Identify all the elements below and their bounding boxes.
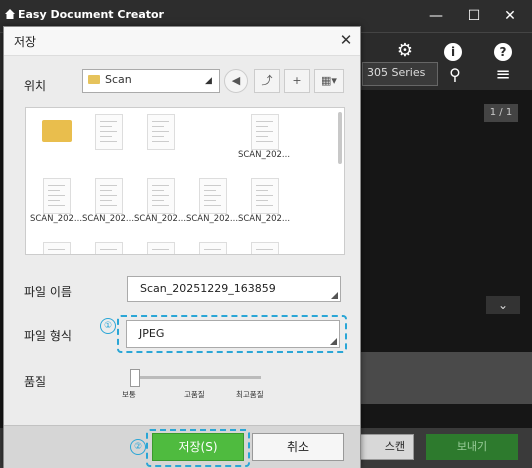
file-item[interactable]: SCAN_202... [30, 178, 82, 228]
location-value: Scan [105, 73, 132, 86]
document-thumbnail-icon [147, 178, 175, 214]
cancel-button[interactable]: 취소 [252, 433, 344, 461]
document-thumbnail-icon [95, 114, 123, 150]
document-thumbnail-icon [251, 242, 279, 254]
dropdown-grip-icon [330, 338, 337, 345]
dialog-title: 저장 [14, 35, 37, 49]
filename-label: 파일 이름 [24, 285, 72, 299]
thumbnail-strip [356, 352, 532, 404]
file-item[interactable] [82, 114, 134, 164]
file-name: SCAN_202... [237, 214, 291, 224]
quality-tick-high: 고품질 [184, 390, 205, 399]
back-icon[interactable]: ◀ [224, 69, 248, 93]
folder-icon [42, 120, 72, 142]
file-item[interactable] [186, 242, 238, 254]
file-item[interactable] [134, 242, 186, 254]
file-name: SCAN_202... [185, 214, 239, 224]
location-label: 위치 [24, 79, 47, 93]
annotation-marker-1: ① [100, 318, 116, 334]
view-menu-icon[interactable]: ▦▾ [314, 69, 344, 93]
document-thumbnail-icon [251, 114, 279, 150]
document-thumbnail-icon [147, 242, 175, 254]
file-name: SCAN_202... [29, 214, 83, 224]
file-name: SCAN_202... [133, 214, 187, 224]
minimize-button[interactable]: — [420, 4, 452, 28]
quality-label: 품질 [24, 375, 47, 389]
location-select[interactable]: Scan ◢ [82, 69, 220, 93]
document-thumbnail-icon [43, 178, 71, 214]
maximize-button[interactable]: ☐ [458, 4, 490, 28]
document-thumbnail-icon [251, 178, 279, 214]
file-item[interactable] [238, 242, 290, 254]
save-button[interactable]: 저장(S) [152, 433, 244, 461]
quality-tick-best: 최고품질 [236, 390, 264, 399]
document-thumbnail-icon [95, 178, 123, 214]
document-thumbnail-icon [147, 114, 175, 150]
file-item[interactable]: SCAN_202... [82, 178, 134, 228]
document-thumbnail-icon [43, 242, 71, 254]
file-item[interactable] [30, 242, 82, 254]
home-icon [5, 9, 15, 19]
file-item[interactable]: SCAN_202... [238, 178, 290, 228]
file-item[interactable] [134, 114, 186, 164]
menu-icon[interactable]: ≡ [488, 60, 518, 90]
file-item[interactable]: SCAN_202... [186, 178, 238, 228]
filename-value: Scan_20251229_163859 [140, 282, 276, 295]
quality-tick-normal: 보통 [122, 390, 136, 399]
chevron-down-icon: ◢ [205, 76, 212, 86]
page-counter: 1 / 1 [484, 104, 518, 122]
file-item[interactable] [30, 114, 82, 164]
file-item[interactable] [82, 242, 134, 254]
close-icon[interactable]: ✕ [336, 30, 356, 50]
file-name: SCAN_202... [237, 150, 291, 160]
file-item[interactable]: SCAN_202... [238, 114, 290, 164]
close-app-button[interactable]: ✕ [494, 4, 526, 28]
app-title: Easy Document Creator [18, 8, 164, 21]
file-name: SCAN_202... [81, 214, 135, 224]
search-icon[interactable]: ⚲ [440, 60, 470, 90]
send-button[interactable]: 보내기 [426, 434, 518, 460]
document-thumbnail-icon [199, 242, 227, 254]
file-item[interactable] [186, 114, 238, 164]
document-thumbnail-icon [199, 178, 227, 214]
filetype-select[interactable]: JPEG [126, 320, 340, 348]
document-thumbnail-icon [95, 242, 123, 254]
quality-slider-track[interactable] [135, 376, 261, 379]
annotation-marker-2: ② [130, 439, 146, 455]
scan-button[interactable]: 스캔 [352, 434, 414, 460]
filename-input[interactable]: Scan_20251229_163859 [127, 276, 341, 302]
folder-icon [88, 75, 100, 84]
dropdown-grip-icon [331, 292, 338, 299]
scanner-select[interactable]: 305 Series [362, 62, 438, 86]
scrollbar[interactable] [338, 112, 342, 164]
new-folder-icon[interactable]: + [284, 69, 310, 93]
up-folder-icon[interactable]: ⤴ [254, 69, 280, 93]
save-dialog: 저장 ✕ 위치 Scan ◢ ◀ ⤴ + ▦▾ SCAN_202... SCAN_… [3, 26, 361, 468]
chevron-down-icon[interactable]: ⌄ [486, 296, 520, 314]
filetype-value: JPEG [139, 327, 165, 340]
dialog-titlebar: 저장 ✕ [4, 27, 360, 56]
file-list: SCAN_202... SCAN_202... SCAN_202... SCAN_20… [25, 107, 345, 255]
filetype-label: 파일 형식 [24, 329, 72, 343]
file-item[interactable]: SCAN_202... [134, 178, 186, 228]
quality-slider-thumb[interactable] [130, 369, 140, 387]
